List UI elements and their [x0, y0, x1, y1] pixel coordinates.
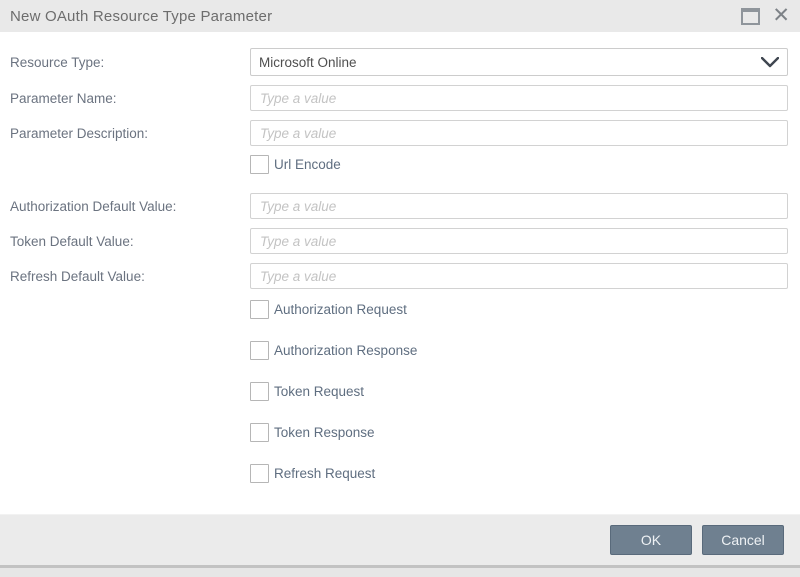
parameter-description-input[interactable] — [250, 120, 788, 146]
authorization-default-value-label: Authorization Default Value: — [10, 199, 250, 214]
resource-type-label: Resource Type: — [10, 55, 250, 70]
authorization-response-row: Authorization Response — [250, 341, 788, 360]
token-response-checkbox[interactable] — [250, 423, 269, 442]
dialog-footer: OK Cancel — [0, 514, 800, 565]
refresh-default-value-row: Refresh Default Value: — [10, 263, 788, 289]
token-default-value-label: Token Default Value: — [10, 234, 250, 249]
maximize-window-icon[interactable] — [741, 8, 760, 25]
cancel-button[interactable]: Cancel — [702, 525, 784, 555]
refresh-request-checkbox[interactable] — [250, 464, 269, 483]
close-icon[interactable]: ✕ — [772, 6, 790, 26]
token-default-value-input[interactable] — [250, 228, 788, 254]
authorization-response-checkbox[interactable] — [250, 341, 269, 360]
ok-button[interactable]: OK — [610, 525, 692, 555]
titlebar-icons: ✕ — [741, 6, 790, 26]
parameter-description-row: Parameter Description: — [10, 120, 788, 146]
parameter-description-label: Parameter Description: — [10, 126, 250, 141]
dialog-body: Resource Type: Microsoft Online Paramete… — [0, 32, 800, 514]
authorization-default-value-input[interactable] — [250, 193, 788, 219]
url-encode-checkbox[interactable] — [250, 155, 269, 174]
refresh-default-value-label: Refresh Default Value: — [10, 269, 250, 284]
url-encode-label: Url Encode — [274, 157, 341, 172]
parameter-name-row: Parameter Name: — [10, 85, 788, 111]
refresh-request-row: Refresh Request — [250, 464, 788, 483]
refresh-default-value-input[interactable] — [250, 263, 788, 289]
refresh-request-label: Refresh Request — [274, 466, 375, 481]
token-request-checkbox[interactable] — [250, 382, 269, 401]
token-response-row: Token Response — [250, 423, 788, 442]
authorization-response-label: Authorization Response — [274, 343, 417, 358]
parameter-name-input[interactable] — [250, 85, 788, 111]
authorization-request-row: Authorization Request — [250, 300, 788, 319]
parameter-name-label: Parameter Name: — [10, 91, 250, 106]
dialog-title: New OAuth Resource Type Parameter — [10, 8, 272, 25]
token-default-value-row: Token Default Value: — [10, 228, 788, 254]
token-response-label: Token Response — [274, 425, 375, 440]
resource-type-select[interactable]: Microsoft Online — [250, 48, 788, 76]
dialog-bottom-edge — [0, 565, 800, 577]
authorization-request-checkbox[interactable] — [250, 300, 269, 319]
chevron-down-icon — [761, 57, 779, 68]
authorization-request-label: Authorization Request — [274, 302, 407, 317]
resource-type-selected-value: Microsoft Online — [259, 55, 357, 70]
request-response-checkbox-list: Authorization Request Authorization Resp… — [10, 300, 788, 483]
new-oauth-resource-type-parameter-dialog: New OAuth Resource Type Parameter ✕ Reso… — [0, 0, 800, 577]
authorization-default-value-row: Authorization Default Value: — [10, 193, 788, 219]
resource-type-row: Resource Type: Microsoft Online — [10, 48, 788, 76]
dialog-titlebar: New OAuth Resource Type Parameter ✕ — [0, 0, 800, 32]
token-request-label: Token Request — [274, 384, 364, 399]
url-encode-row: Url Encode — [250, 155, 788, 174]
token-request-row: Token Request — [250, 382, 788, 401]
